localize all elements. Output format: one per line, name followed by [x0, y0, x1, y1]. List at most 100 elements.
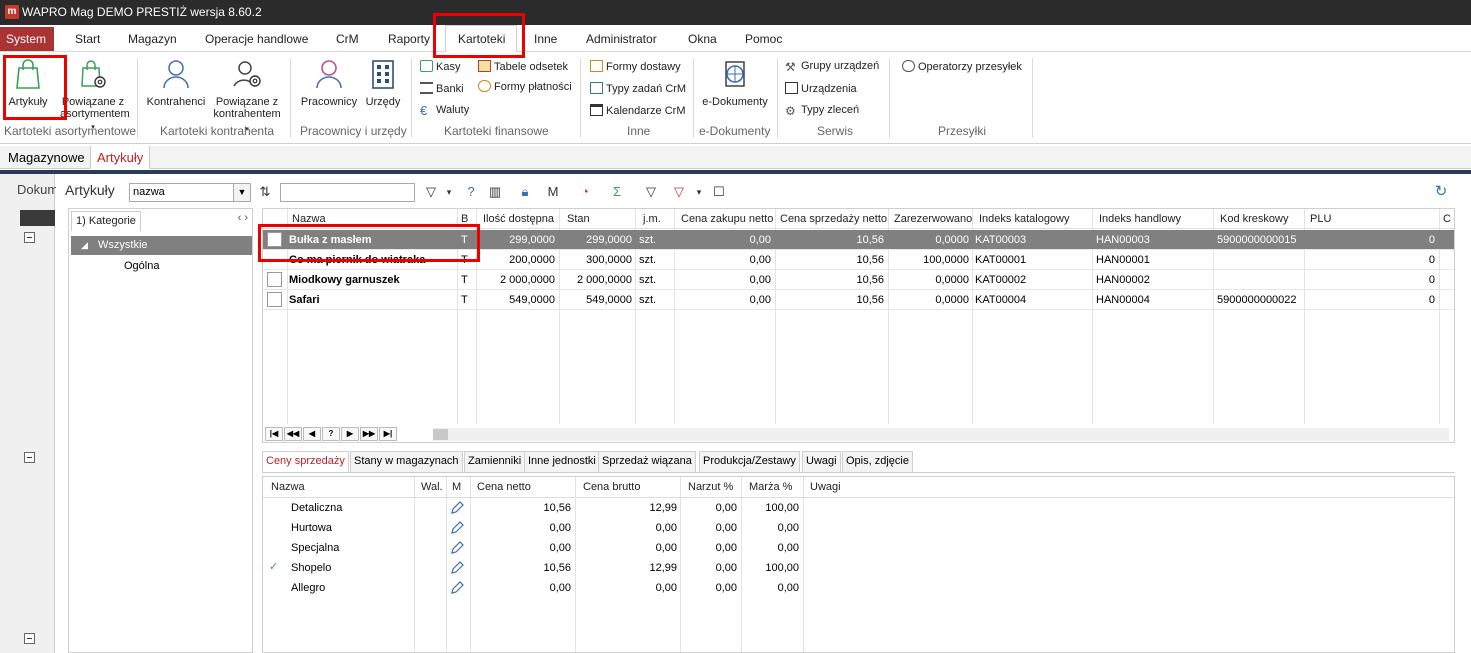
- table-row[interactable]: Bułka z masłem T 299,0000 299,0000 szt. …: [263, 230, 1454, 250]
- tab-kategorie[interactable]: 1) Kategorie: [71, 211, 141, 231]
- expand-triangle-icon[interactable]: ◢: [81, 240, 88, 251]
- col-marza[interactable]: Marża %: [749, 481, 792, 493]
- next-record-button[interactable]: ▶: [341, 427, 359, 441]
- kalendarze-button[interactable]: Kalendarze CrM: [590, 104, 685, 117]
- next-page-button[interactable]: ▶▶: [360, 427, 378, 441]
- col-indeks-handlowy[interactable]: Indeks handlowy: [1099, 213, 1181, 225]
- col-wal[interactable]: Wal.: [421, 481, 443, 493]
- last-record-button[interactable]: ▶|: [379, 427, 397, 441]
- menu-magazyn[interactable]: Magazyn: [128, 32, 177, 46]
- tab-inne-jednostki[interactable]: Inne jednostki: [524, 451, 600, 472]
- tab-stany-w-magazynach[interactable]: Stany w magazynach: [350, 451, 463, 472]
- edit-pencil-icon[interactable]: [449, 560, 465, 576]
- menu-raporty[interactable]: Raporty: [388, 32, 430, 46]
- typy-zlecen-button[interactable]: ⚙ Typy zleceń: [785, 104, 859, 117]
- banki-button[interactable]: Banki: [420, 82, 464, 95]
- menu-administrator[interactable]: Administrator: [586, 32, 657, 46]
- menu-system[interactable]: System: [0, 27, 54, 51]
- row-checkbox[interactable]: [267, 292, 282, 307]
- col-uwagi[interactable]: Uwagi: [810, 481, 841, 493]
- refresh-icon[interactable]: ↻: [1432, 183, 1450, 201]
- edit-pencil-icon[interactable]: [449, 580, 465, 596]
- menu-okna[interactable]: Okna: [688, 32, 717, 46]
- col-stan[interactable]: Stan: [567, 213, 590, 225]
- help-icon[interactable]: ?: [462, 183, 480, 201]
- edit-pencil-icon[interactable]: [449, 500, 465, 516]
- menu-kartoteki[interactable]: Kartoteki: [458, 32, 505, 46]
- tab-artykuly[interactable]: Artykuły: [90, 146, 151, 169]
- lock-icon[interactable]: 🔒︎: [516, 183, 534, 201]
- tab-opis-zdjecie[interactable]: Opis, zdjęcie: [842, 451, 913, 472]
- grupy-urzadzen-button[interactable]: ⚒ Grupy urządzeń: [785, 60, 879, 73]
- menu-operacje-handlowe[interactable]: Operacje handlowe: [205, 32, 308, 46]
- col-plu[interactable]: PLU: [1310, 213, 1331, 225]
- col-cena-sprzedazy[interactable]: Cena sprzedaży netto: [780, 213, 887, 225]
- collapse-icon[interactable]: [24, 232, 35, 243]
- typy-zadan-button[interactable]: Typy zadań CrM: [590, 82, 686, 95]
- menu-start[interactable]: Start: [75, 32, 100, 46]
- kasy-button[interactable]: Kasy: [420, 60, 460, 73]
- waluty-button[interactable]: € Waluty: [420, 104, 469, 117]
- formy-dostawy-button[interactable]: Formy dostawy: [590, 60, 681, 73]
- col-kod-kreskowy[interactable]: Kod kreskowy: [1220, 213, 1288, 225]
- col-nazwa[interactable]: Nazwa: [271, 481, 305, 493]
- history-icon[interactable]: ◔: [576, 183, 594, 201]
- col-cena-brutto[interactable]: Cena brutto: [583, 481, 640, 493]
- search-field-combo[interactable]: nazwa ▼: [129, 183, 251, 202]
- menu-crm[interactable]: CrM: [336, 32, 359, 46]
- col-m[interactable]: M: [452, 481, 461, 493]
- row-checkbox[interactable]: [267, 232, 282, 247]
- first-record-button[interactable]: |◀: [265, 427, 283, 441]
- prev-record-button[interactable]: ◀: [303, 427, 321, 441]
- tabele-odsetek-button[interactable]: Tabele odsetek: [478, 60, 568, 73]
- category-nav-arrows[interactable]: ‹ ›: [238, 212, 248, 224]
- powiazane-asortyment-button[interactable]: Powiązane z asortymentem ▾: [60, 58, 130, 134]
- tab-zamienniki[interactable]: Zamienniki: [464, 451, 526, 472]
- tab-magazynowe[interactable]: Magazynowe: [2, 146, 92, 169]
- chevron-down-icon[interactable]: ▾: [440, 183, 458, 201]
- tab-uwagi[interactable]: Uwagi: [802, 451, 841, 472]
- chevron-down-icon[interactable]: ▾: [690, 183, 708, 201]
- menu-inne[interactable]: Inne: [534, 32, 557, 46]
- scrollbar-thumb[interactable]: [433, 429, 448, 440]
- col-cena-netto[interactable]: Cena netto: [477, 481, 531, 493]
- search-input[interactable]: [280, 183, 415, 202]
- menu-pomoc[interactable]: Pomoc: [745, 32, 782, 46]
- row-checkbox[interactable]: [267, 272, 282, 287]
- urzadzenia-button[interactable]: Urządzenia: [785, 82, 857, 95]
- col-nazwa[interactable]: Nazwa: [292, 213, 326, 225]
- urzedy-button[interactable]: Urzędy: [363, 58, 403, 108]
- col-ilosc[interactable]: Ilość dostępna: [483, 213, 554, 225]
- col-b[interactable]: B: [461, 213, 468, 225]
- kontrahenci-button[interactable]: Kontrahenci: [145, 58, 207, 108]
- barcode-icon[interactable]: ▥: [486, 183, 504, 201]
- filter-add-icon[interactable]: ▽: [642, 183, 660, 201]
- formy-platnosci-button[interactable]: Formy płatności: [478, 80, 572, 93]
- tab-sprzedaz-wiazana[interactable]: Sprzedaż wiązana: [598, 451, 696, 472]
- col-narzut[interactable]: Narzut %: [688, 481, 733, 493]
- table-row[interactable]: Co ma piernik do wiatraka T 200,0000 300…: [263, 250, 1454, 270]
- pracownicy-button[interactable]: Pracownicy: [298, 58, 360, 108]
- filter-icon[interactable]: ▽: [422, 183, 440, 201]
- col-zarezerwowano[interactable]: Zarezerwowano: [894, 213, 972, 225]
- filter-clear-icon[interactable]: ▽: [670, 183, 688, 201]
- edit-pencil-icon[interactable]: [449, 520, 465, 536]
- tab-produkcja-zestawy[interactable]: Produkcja/Zestawy: [699, 451, 800, 472]
- checkbox-icon[interactable]: ☐: [710, 183, 728, 201]
- tab-ceny-sprzedazy[interactable]: Ceny sprzedaży: [262, 451, 349, 472]
- mark-icon[interactable]: M: [544, 183, 562, 201]
- artykuly-button[interactable]: Artykuły: [5, 58, 51, 108]
- prev-page-button[interactable]: ◀◀: [284, 427, 302, 441]
- horizontal-scrollbar[interactable]: [433, 428, 1449, 441]
- col-c[interactable]: C: [1443, 213, 1451, 225]
- chevron-down-icon[interactable]: ▼: [233, 184, 250, 201]
- collapse-icon[interactable]: [24, 633, 35, 644]
- table-row[interactable]: Miodkowy garnuszek T 2 000,0000 2 000,00…: [263, 270, 1454, 290]
- category-all[interactable]: ◢ Wszystkie: [71, 236, 252, 255]
- col-cena-zakupu[interactable]: Cena zakupu netto: [681, 213, 773, 225]
- sum-icon[interactable]: Σ: [608, 183, 626, 201]
- e-dokumenty-button[interactable]: e-Dokumenty: [700, 58, 770, 108]
- sort-az-icon[interactable]: ⇅: [256, 183, 274, 201]
- collapse-icon[interactable]: [24, 452, 35, 463]
- edit-pencil-icon[interactable]: [449, 540, 465, 556]
